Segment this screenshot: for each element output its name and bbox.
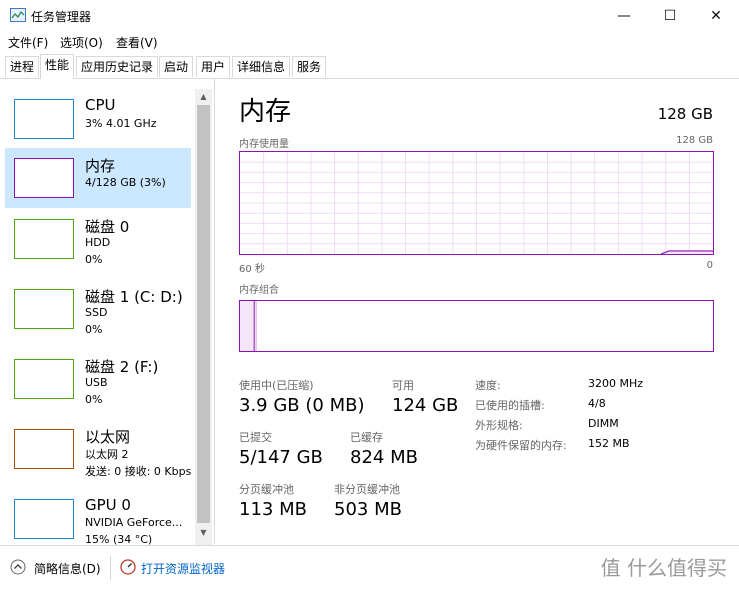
form-factor-value: DIMM [588, 417, 619, 430]
disk-0-thumbnail [14, 219, 74, 259]
resource-usage: 0% [85, 393, 103, 406]
usage-graph-time-axis: 60 秒 [239, 264, 265, 275]
footer-bar: 简略信息(D) 打开资源监视器 值 什么值得买 [0, 545, 739, 594]
window-title: 任务管理器 [31, 10, 92, 24]
speed-value: 3200 MHz [588, 377, 644, 390]
title-bar: 任务管理器 — ☐ ✕ [0, 0, 739, 32]
resource-detail: 以太网 2 [85, 448, 129, 461]
disk-1-thumbnail [14, 289, 74, 329]
slots-used-value: 4/8 [588, 397, 606, 410]
composition-label: 内存组合 [239, 285, 279, 296]
resource-title: CPU [85, 96, 116, 114]
resource-item-disk-2[interactable]: 磁盘 2 (F:) USB 0% [5, 349, 191, 409]
resource-title: 内存 [85, 157, 116, 175]
disk-2-thumbnail [14, 359, 74, 399]
menu-options[interactable]: 选项(O) [60, 34, 103, 51]
cached-label: 已缓存 [350, 431, 383, 444]
resource-title: 磁盘 0 [85, 218, 130, 236]
tab-performance[interactable]: 性能 [40, 54, 75, 79]
form-factor-label: 外形规格: [475, 419, 523, 432]
memory-panel: 内存 128 GB 内存使用量 128 GB 60 秒 0 内存组合 使用中(已… [215, 79, 739, 544]
footer-divider [110, 556, 111, 580]
menu-view[interactable]: 查看(V) [116, 34, 158, 51]
tab-services[interactable]: 服务 [292, 56, 327, 77]
usage-graph-max: 128 GB [676, 135, 713, 146]
resource-item-disk-0[interactable]: 磁盘 0 HDD 0% [5, 209, 191, 269]
resource-title: 磁盘 2 (F:) [85, 358, 159, 376]
resource-item-memory[interactable]: 内存 4/128 GB (3%) [5, 148, 191, 208]
close-button[interactable]: ✕ [693, 0, 739, 32]
resource-detail: HDD [85, 236, 111, 249]
resource-detail: NVIDIA GeForce... [85, 516, 183, 529]
resource-item-ethernet[interactable]: 以太网 以太网 2 发送: 0 接收: 0 Kbps [5, 419, 191, 479]
resource-detail: 3% 4.01 GHz [85, 117, 157, 130]
resource-list: CPU 3% 4.01 GHz 内存 4/128 GB (3%) 磁盘 0 HD… [0, 79, 215, 546]
resource-item-cpu[interactable]: CPU 3% 4.01 GHz [5, 89, 191, 149]
available-label: 可用 [392, 379, 414, 392]
task-manager-icon [10, 8, 26, 22]
scroll-down-icon[interactable]: ▼ [195, 525, 212, 541]
usage-graph-label: 内存使用量 [239, 139, 289, 150]
committed-label: 已提交 [239, 431, 272, 444]
ethernet-thumbnail [14, 429, 74, 469]
memory-usage-graph [239, 151, 714, 255]
resource-detail: USB [85, 376, 108, 389]
resource-item-gpu-0[interactable]: GPU 0 NVIDIA GeForce... 15% (34 °C) [5, 489, 191, 549]
resource-usage: 发送: 0 接收: 0 Kbps [85, 465, 192, 478]
tab-users[interactable]: 用户 [196, 56, 231, 77]
tab-details[interactable]: 详细信息 [232, 56, 291, 77]
watermark: 值 什么值得买 [600, 556, 727, 580]
memory-composition-bar [239, 300, 714, 352]
page-title: 内存 [239, 97, 292, 127]
gpu-0-thumbnail [14, 499, 74, 539]
cached-value: 824 MB [350, 447, 418, 468]
resource-list-scrollbar[interactable]: ▲ ▼ [195, 89, 212, 545]
usage-graph-zero-axis: 0 [706, 260, 713, 271]
hardware-reserved-label: 为硬件保留的内存: [475, 439, 567, 452]
tab-processes[interactable]: 进程 [5, 56, 40, 77]
paged-pool-value: 113 MB [239, 499, 307, 520]
collapse-chevron-icon[interactable] [10, 559, 26, 575]
resource-usage: 0% [85, 253, 103, 266]
fewer-details-button[interactable]: 简略信息(D) [34, 560, 101, 577]
in-use-segment [240, 301, 255, 351]
resource-detail: SSD [85, 306, 108, 319]
non-paged-pool-value: 503 MB [334, 499, 402, 520]
open-resource-monitor-link[interactable]: 打开资源监视器 [141, 560, 225, 577]
tab-startup[interactable]: 启动 [159, 56, 194, 77]
resource-monitor-icon[interactable] [120, 559, 136, 575]
menu-bar: 文件(F) 选项(O) 查看(V) [0, 32, 739, 52]
scroll-up-icon[interactable]: ▲ [195, 89, 212, 105]
scroll-thumb[interactable] [197, 105, 210, 523]
resource-title: 磁盘 1 (C: D:) [85, 288, 183, 306]
available-value: 124 GB [392, 395, 459, 416]
non-paged-pool-label: 非分页缓冲池 [334, 483, 400, 496]
resource-detail: 4/128 GB (3%) [85, 176, 166, 189]
tab-strip: 进程 性能 应用历史记录 启动 用户 详细信息 服务 [0, 54, 739, 79]
in-use-label: 使用中(已压缩) [239, 379, 314, 392]
hardware-reserved-value: 152 MB [588, 437, 630, 450]
resource-usage: 0% [85, 323, 103, 336]
slots-used-label: 已使用的插槽: [475, 399, 545, 412]
tab-app-history[interactable]: 应用历史记录 [76, 56, 159, 77]
maximize-button[interactable]: ☐ [647, 0, 693, 32]
in-use-value: 3.9 GB (0 MB) [239, 395, 365, 416]
paged-pool-label: 分页缓冲池 [239, 483, 294, 496]
resource-title: GPU 0 [85, 496, 131, 514]
resource-title: 以太网 [85, 428, 131, 446]
resource-item-disk-1[interactable]: 磁盘 1 (C: D:) SSD 0% [5, 279, 191, 339]
cpu-thumbnail [14, 99, 74, 139]
committed-value: 5/147 GB [239, 447, 323, 468]
minimize-button[interactable]: — [601, 0, 647, 32]
menu-file[interactable]: 文件(F) [8, 34, 48, 51]
speed-label: 速度: [475, 379, 501, 392]
memory-total: 128 GB [657, 105, 713, 123]
memory-thumbnail [14, 158, 74, 198]
